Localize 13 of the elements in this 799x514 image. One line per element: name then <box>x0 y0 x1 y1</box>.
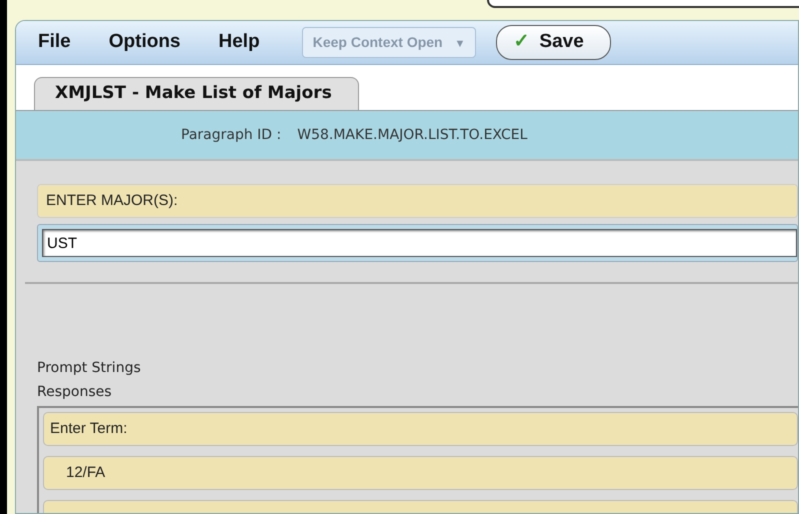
menu-item[interactable]: File <box>38 28 71 57</box>
save-button[interactable]: ✓ Save <box>496 25 611 60</box>
response-value: 12/FA <box>43 456 798 490</box>
prompt-label: ENTER MAJOR(S): <box>37 184 798 218</box>
prompt-string: Enter Term: <box>43 412 798 446</box>
section-label: Prompt Strings <box>37 359 142 378</box>
paragraph-id-label: Paragraph ID : <box>181 126 282 144</box>
tab[interactable]: XMJLST - Make List of Majors <box>34 76 359 110</box>
section-label: Responses <box>37 383 113 402</box>
menu-item[interactable]: Help <box>218 28 260 57</box>
paragraph-id-value: W58.MAKE.MAJOR.LIST.TO.EXCEL <box>297 126 528 144</box>
answer-box[interactable]: UST <box>37 224 798 262</box>
menu-item[interactable]: Options <box>108 28 181 57</box>
